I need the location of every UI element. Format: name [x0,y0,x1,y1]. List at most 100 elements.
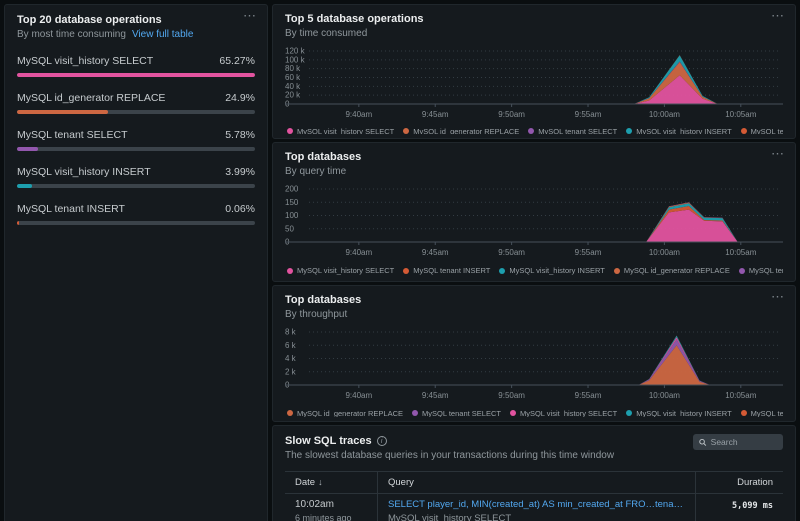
bar-track [17,221,255,225]
chart-canvas-wrap[interactable]: 02 k4 k6 k8 k9:40am9:45am9:50am9:55am10:… [285,327,783,406]
legend-dot [626,410,632,416]
legend-dot [287,128,293,134]
x-axis-label: 10:00am [649,391,680,400]
legend-item[interactable]: MySQL visit_history SELECT [510,409,617,417]
query-operation: MySQL visit_history SELECT [388,513,685,521]
view-full-table-link[interactable]: View full table [132,29,194,40]
panel-menu-icon[interactable]: ⋯ [771,149,785,159]
legend-item[interactable]: MySQL tenant INSERT [741,409,783,417]
area-series[interactable] [313,61,779,104]
legend-item[interactable]: MySQL tenant SELECT [412,409,501,417]
table-row[interactable]: 10:02am 6 minutes ago SELECT player_id, … [285,494,783,521]
legend-label: MySQL id_generator REPLACE [297,409,403,417]
y-axis-label: 20 k [285,91,301,100]
legend-item[interactable]: MySQL id_generator REPLACE [614,266,730,275]
table-header-row: Date↓ Query Duration [285,471,783,494]
x-axis-label: 10:05am [725,110,756,119]
panel-menu-icon[interactable]: ⋯ [771,11,785,21]
legend-label: MySQL visit_history INSERT [509,266,604,275]
legend-item[interactable]: MySQL tenant SELECT [528,128,617,134]
panel-menu-icon[interactable]: ⋯ [771,292,785,302]
search-icon [699,438,707,447]
chart-panel-throughput: ⋯ Top databases By throughput 02 k4 k6 k… [272,285,796,422]
operation-label: MySQL tenant SELECT [17,129,128,141]
legend-item[interactable]: MySQL visit_history SELECT [287,266,394,275]
y-axis-label: 120 k [285,47,306,56]
legend-dot [499,268,505,274]
legend-label: MySQL tenant SELECT [749,266,783,275]
bar-fill [17,73,255,77]
chart-canvas-wrap[interactable]: 020 k40 k60 k80 k100 k120 k9:40am9:45am9… [285,46,783,125]
header-date[interactable]: Date↓ [285,472,377,493]
legend-item[interactable]: MySQL visit_history SELECT [287,128,394,134]
search-input[interactable] [711,437,777,447]
legend-label: MySQL tenant INSERT [413,266,490,275]
area-series[interactable] [313,335,779,385]
legend-item[interactable]: MySQL visit_history INSERT [626,128,731,134]
slow-sql-table: Date↓ Query Duration 10:02am 6 minutes a… [285,471,783,521]
chart-legend: MySQL visit_history SELECT MySQL tenant I… [285,266,783,275]
header-query[interactable]: Query [377,472,695,493]
legend-label: MySQL visit_history INSERT [636,409,731,417]
legend-dot [741,410,747,416]
chart-canvas[interactable]: 020 k40 k60 k80 k100 k120 k9:40am9:45am9… [285,46,783,120]
legend-item[interactable]: MySQL tenant INSERT [403,266,490,275]
area-series[interactable] [313,337,779,385]
legend-item[interactable]: MySQL visit_history INSERT [499,266,604,275]
chart-canvas[interactable]: 02 k4 k6 k8 k9:40am9:45am9:50am9:55am10:… [285,327,783,401]
operation-row[interactable]: MySQL visit_history INSERT 3.99% [17,166,255,188]
y-axis-label: 8 k [285,328,297,337]
legend-label: MySQL visit_history INSERT [636,128,731,134]
cell-query: SELECT player_id, MIN(created_at) AS min… [377,494,695,521]
x-axis-label: 10:00am [649,110,680,119]
chart-canvas-wrap[interactable]: 0501001502009:40am9:45am9:50am9:55am10:0… [285,184,783,263]
bar-track [17,110,255,114]
area-series[interactable] [313,336,779,385]
operation-row[interactable]: MySQL tenant SELECT 5.78% [17,129,255,151]
bar-fill [17,147,38,151]
panel-menu-icon[interactable]: ⋯ [243,11,257,21]
legend-dot [741,128,747,134]
operation-row[interactable]: MySQL visit_history SELECT 65.27% [17,55,255,77]
legend-item[interactable]: MySQL id_generator REPLACE [403,128,519,134]
chart-subtitle: By throughput [285,309,783,320]
legend-label: MySQL tenant INSERT [751,409,783,417]
legend-dot [626,128,632,134]
legend-dot [739,268,745,274]
chart-canvas[interactable]: 0501001502009:40am9:45am9:50am9:55am10:0… [285,184,783,258]
x-axis-label: 10:05am [725,248,756,257]
operation-row[interactable]: MySQL tenant INSERT 0.06% [17,203,255,225]
legend-label: MySQL tenant SELECT [538,128,617,134]
panel-subtitle: By most time consumingView full table [17,29,255,40]
area-series[interactable] [313,339,779,385]
chart-panel-time-consumed: ⋯ Top 5 database operations By time cons… [272,4,796,139]
legend-item[interactable]: MySQL visit_history INSERT [626,409,731,417]
legend-dot [287,268,293,274]
operation-row[interactable]: MySQL id_generator REPLACE 24.9% [17,92,255,114]
dashboard: ⋯ Top 20 database operations By most tim… [0,0,800,521]
legend-item[interactable]: MySQL tenant SELECT [739,266,783,275]
x-axis-label: 9:40am [345,391,372,400]
top-operations-panel: ⋯ Top 20 database operations By most tim… [4,4,268,521]
chart-legend: MySQL id_generator REPLACE MySQL tenant S… [285,409,783,417]
area-series[interactable] [313,55,779,104]
y-axis-label: 2 k [285,367,297,376]
legend-label: MySQL tenant SELECT [422,409,501,417]
legend-label: MySQL visit_history SELECT [520,409,617,417]
search-box[interactable] [693,434,783,450]
y-axis-label: 60 k [285,73,301,82]
operation-label: MySQL id_generator REPLACE [17,92,165,104]
operation-percent: 3.99% [225,166,255,178]
legend-item[interactable]: MySQL tenant INSERT [741,128,783,134]
query-link[interactable]: SELECT player_id, MIN(created_at) AS min… [388,499,685,510]
legend-item[interactable]: MySQL id_generator REPLACE [287,409,403,417]
cell-date: 10:02am 6 minutes ago [285,494,377,521]
y-axis-label: 40 k [285,82,301,91]
x-axis-label: 9:55am [575,391,602,400]
info-icon[interactable]: i [377,436,387,446]
area-series[interactable] [313,55,779,104]
area-series[interactable] [313,210,779,242]
area-series[interactable] [313,345,779,385]
legend-label: MySQL visit_history SELECT [297,266,394,275]
header-duration[interactable]: Duration [695,472,783,493]
